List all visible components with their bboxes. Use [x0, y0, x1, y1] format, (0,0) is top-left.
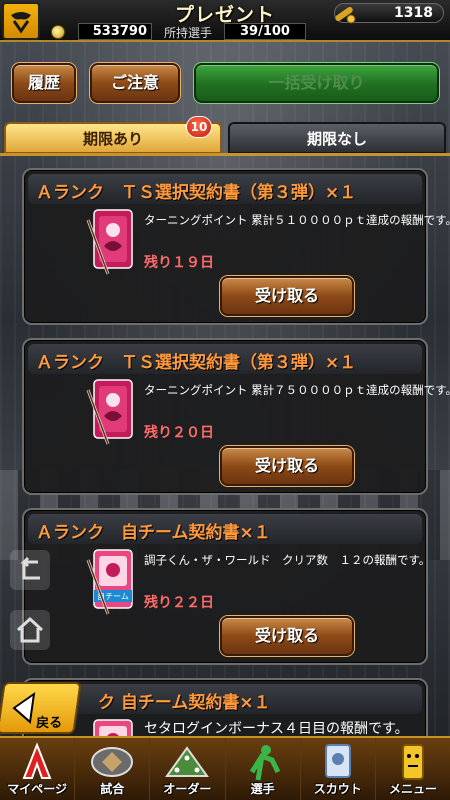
present-list[interactable]: Ａランク ＴＳ選択契約書（第３弾）×１ ターニングポイント 累計５１００００ｐｔ…: [0, 156, 450, 736]
home-icon[interactable]: [10, 610, 50, 650]
receive-button[interactable]: 受け取る: [220, 616, 354, 656]
tab-no-deadline[interactable]: 期限なし: [228, 122, 446, 154]
roster-label: 所持選手: [164, 26, 213, 40]
mypage-icon: [22, 742, 52, 779]
present-card: Ａランク ＴＳ選択契約書（第３弾）×１ ターニングポイント 累計５１００００ｐｔ…: [22, 168, 450, 325]
nav-match[interactable]: 試合: [75, 738, 151, 800]
back-button[interactable]: 戻る: [0, 682, 82, 734]
nav-label: メニュー: [388, 782, 437, 796]
receive-all-button[interactable]: 一括受け取り: [194, 63, 439, 103]
nav-player[interactable]: 選手: [225, 738, 301, 800]
nav-label: マイページ: [7, 782, 67, 796]
card-title: ク 自チーム契約書×１: [98, 693, 271, 713]
present-card: Ａランク 自チーム契約書×１ 自チーム 調子くん・ザ・ワールド クリア数 １２の…: [22, 508, 431, 665]
scout-icon: [324, 744, 351, 778]
card-title-bar: Ａランク ＴＳ選択契約書（第３弾）×１: [28, 344, 422, 374]
card-title: Ａランク 自チーム契約書×１: [36, 523, 271, 543]
contract-ts-icon: [86, 209, 133, 275]
nav-label: スカウト: [313, 782, 362, 796]
count-badge: 10: [186, 116, 212, 138]
coin-value: 533790: [78, 23, 152, 40]
card-description: ターニングポイント 累計７５００００ｐｔ達成の報酬です。: [144, 383, 450, 397]
coin-icon: [51, 25, 65, 39]
card-description: ターニングポイント 累計５１００００ｐｔ達成の報酬です。: [144, 213, 450, 227]
menu-icon: [401, 744, 424, 780]
gold-value: 1318: [394, 5, 433, 21]
card-description: 調子くん・ザ・ワールド クリア数 １２の報酬です。: [144, 553, 431, 567]
nav-mypage[interactable]: マイページ: [0, 738, 76, 800]
contract-ts-icon: [86, 379, 133, 445]
status-row: 533790 所持選手 39/100: [46, 23, 446, 40]
nav-label: オーダー: [163, 782, 212, 796]
roster-value: 39/100: [224, 23, 306, 40]
player-icon: [249, 745, 280, 781]
notice-button[interactable]: ご注意: [90, 63, 180, 103]
back-label: 戻る: [36, 716, 63, 731]
present-card: Ａランク ＴＳ選択契約書（第３弾）×１ ターニングポイント 累計７５００００ｐｔ…: [22, 338, 450, 495]
nav-label: 選手: [250, 782, 275, 796]
gold-counter: 1318: [334, 3, 444, 24]
header-bar: プレゼント 1318 533790 所持選手 39/100: [0, 0, 450, 42]
history-button[interactable]: 履歴: [12, 63, 76, 103]
rotate-back-icon[interactable]: [10, 550, 50, 590]
nav-label: 試合: [100, 782, 125, 796]
card-title-bar: Ａランク ＴＳ選択契約書（第３弾）×１: [28, 174, 422, 204]
receive-button[interactable]: 受け取る: [220, 446, 354, 486]
card-description: セタログインボーナス４日目の報酬です。: [144, 721, 409, 736]
card-remaining-days: 残り２０日: [144, 425, 214, 441]
card-remaining-days: 残り１９日: [144, 255, 214, 271]
order-icon: [165, 746, 210, 777]
card-remaining-days: 残り２２日: [144, 595, 214, 611]
page-title: プレゼント: [174, 4, 275, 26]
receive-button[interactable]: 受け取る: [220, 276, 354, 316]
card-title-bar: ク 自チーム契約書×１: [28, 684, 422, 714]
card-title: Ａランク ＴＳ選択契約書（第３弾）×１: [36, 183, 357, 203]
team-logo-icon[interactable]: [2, 2, 40, 40]
nav-scout[interactable]: スカウト: [300, 738, 376, 800]
card-title: Ａランク ＴＳ選択契約書（第３弾）×１: [36, 353, 357, 373]
nav-order[interactable]: オーダー: [150, 738, 226, 800]
contract-team-icon: [93, 719, 133, 736]
bottom-nav: マイページ 試合 オーダー 選手 スカウト メニュー: [0, 736, 450, 800]
present-card: ク 自チーム契約書×１ セタログインボーナス４日目の報酬です。: [22, 678, 428, 736]
contract-team-icon: 自チーム: [86, 549, 133, 615]
nav-menu[interactable]: メニュー: [375, 738, 450, 800]
match-icon: [91, 747, 134, 777]
card-title-bar: Ａランク 自チーム契約書×１: [28, 514, 422, 544]
